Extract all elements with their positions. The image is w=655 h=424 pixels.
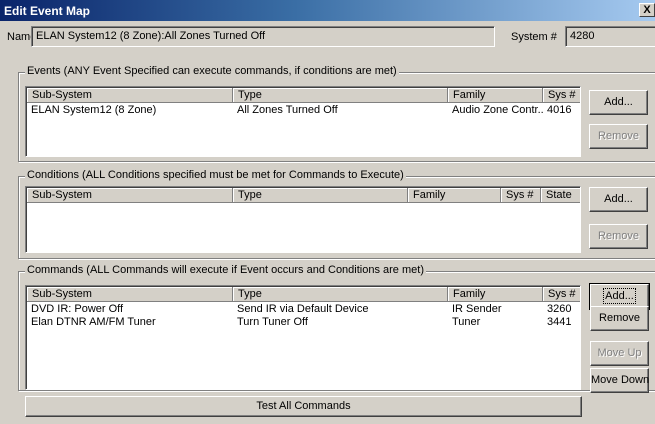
- system-number-label: System #: [511, 31, 557, 43]
- table-row[interactable]: DVD IR: Power Off Send IR via Default De…: [27, 303, 579, 316]
- commands-add-button-label: Add...: [603, 288, 636, 304]
- title-bar: Edit Event Map X: [0, 0, 655, 21]
- events-add-button[interactable]: Add...: [589, 90, 648, 115]
- row-type: All Zones Turned Off: [237, 104, 338, 116]
- commands-col-subsystem[interactable]: Sub-System: [27, 287, 233, 302]
- row-type: Send IR via Default Device: [237, 303, 369, 315]
- move-up-button[interactable]: Move Up: [590, 341, 649, 366]
- system-number-field[interactable]: 4280: [565, 26, 655, 47]
- row-sys: 3260: [547, 303, 572, 315]
- conditions-add-button[interactable]: Add...: [589, 187, 648, 212]
- conditions-col-subsystem[interactable]: Sub-System: [27, 188, 233, 203]
- row-family: IR Sender: [452, 303, 502, 315]
- row-family: Tuner: [452, 316, 481, 328]
- commands-col-type[interactable]: Type: [233, 287, 448, 302]
- row-subsystem: DVD IR: Power Off: [31, 303, 124, 315]
- row-sys: 3441: [547, 316, 572, 328]
- events-col-sys[interactable]: Sys #: [543, 88, 580, 103]
- close-icon[interactable]: X: [639, 3, 655, 17]
- table-row[interactable]: Elan DTNR AM/FM Tuner Turn Tuner Off Tun…: [27, 316, 579, 329]
- events-col-subsystem[interactable]: Sub-System: [27, 88, 233, 103]
- row-sys: 4016: [547, 104, 572, 116]
- row-subsystem: Elan DTNR AM/FM Tuner: [31, 316, 156, 328]
- row-subsystem: ELAN System12 (8 Zone): [31, 104, 157, 116]
- conditions-list-header: Sub-System Type Family Sys # State: [27, 188, 580, 203]
- commands-list-header: Sub-System Type Family Sys #: [27, 287, 580, 302]
- test-all-commands-button[interactable]: Test All Commands: [25, 396, 582, 417]
- commands-group-title: Commands (ALL Commands will execute if E…: [25, 264, 426, 276]
- row-family: Audio Zone Contr...: [452, 104, 543, 116]
- events-list[interactable]: Sub-System Type Family Sys # ELAN System…: [25, 86, 581, 157]
- conditions-remove-button[interactable]: Remove: [589, 224, 648, 249]
- commands-col-family[interactable]: Family: [448, 287, 543, 302]
- move-down-button[interactable]: Move Down: [590, 368, 649, 393]
- conditions-group-title: Conditions (ALL Conditions specified mus…: [25, 169, 406, 181]
- conditions-col-type[interactable]: Type: [233, 188, 408, 203]
- name-field[interactable]: ELAN System12 (8 Zone):All Zones Turned …: [31, 26, 495, 47]
- window-title: Edit Event Map: [4, 4, 91, 18]
- commands-remove-button[interactable]: Remove: [590, 306, 649, 331]
- commands-col-sys[interactable]: Sys #: [543, 287, 580, 302]
- table-row[interactable]: ELAN System12 (8 Zone) All Zones Turned …: [27, 104, 579, 117]
- events-group-title: Events (ANY Event Specified can execute …: [25, 65, 399, 77]
- row-type: Turn Tuner Off: [237, 316, 308, 328]
- conditions-list[interactable]: Sub-System Type Family Sys # State: [25, 186, 581, 253]
- commands-list[interactable]: Sub-System Type Family Sys # DVD IR: Pow…: [25, 285, 581, 390]
- conditions-col-state[interactable]: State: [541, 188, 580, 203]
- edit-event-map-dialog: Edit Event Map X Name ELAN System12 (8 Z…: [0, 0, 655, 424]
- conditions-col-family[interactable]: Family: [408, 188, 501, 203]
- events-col-family[interactable]: Family: [448, 88, 543, 103]
- events-list-header: Sub-System Type Family Sys #: [27, 88, 580, 103]
- conditions-col-sys[interactable]: Sys #: [501, 188, 541, 203]
- events-remove-button[interactable]: Remove: [589, 124, 648, 149]
- events-col-type[interactable]: Type: [233, 88, 448, 103]
